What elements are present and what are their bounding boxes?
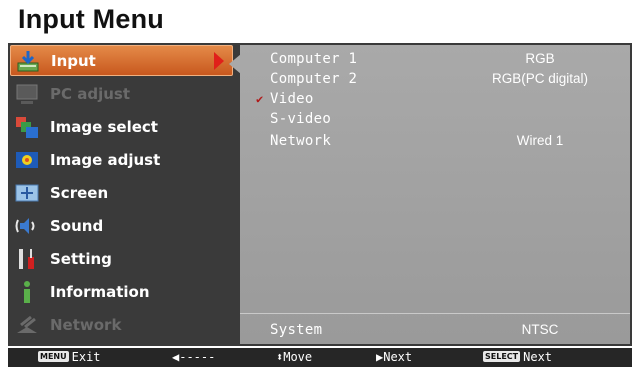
sidebar-item-input[interactable]: Input [10, 45, 233, 76]
footer-guide: MENU Exit ◀----- ⬍Move ▶Next SELECT Next [8, 348, 632, 367]
sidebar-item-pc-adjust[interactable]: PC adjust [10, 78, 232, 109]
sidebar-item-label: Screen [50, 183, 109, 202]
input-options-panel: Computer 1 RGB Computer 2 RGB(PC digital… [240, 45, 630, 344]
option-label: Network [270, 133, 332, 149]
sidebar: Input PC adjust Image select Image adjus… [10, 45, 234, 344]
footer-move-label: ⬍Move [276, 350, 313, 364]
footer-exit: MENU Exit [38, 350, 101, 364]
footer-select: SELECT Next [483, 350, 552, 364]
sidebar-item-image-select[interactable]: Image select [10, 111, 232, 142]
input-icon [16, 49, 40, 73]
footer-back-label: ◀----- [172, 350, 216, 364]
footer-select-label: Next [523, 350, 553, 364]
sidebar-item-label: Network [50, 315, 122, 334]
sidebar-item-label: Setting [50, 249, 112, 268]
option-value: RGB(PC digital) [491, 71, 589, 86]
option-computer-1[interactable]: Computer 1 RGB [270, 51, 610, 71]
sidebar-item-label: Sound [50, 216, 104, 235]
footer-back: ◀----- [172, 350, 215, 364]
sidebar-item-network[interactable]: Network [10, 309, 232, 340]
check-icon: ✔ [256, 92, 264, 106]
sidebar-item-label: Image select [50, 117, 158, 136]
option-value: RGB [525, 51, 555, 66]
option-s-video[interactable]: S-video [270, 111, 610, 131]
pc-adjust-icon [15, 82, 39, 106]
footer-next: ▶Next [376, 350, 412, 364]
sidebar-item-label: Image adjust [50, 150, 161, 169]
sidebar-item-label: PC adjust [50, 84, 131, 103]
divider [240, 313, 630, 314]
option-computer-2[interactable]: Computer 2 RGB(PC digital) [270, 71, 610, 91]
option-value: Wired 1 [516, 133, 564, 148]
sidebar-item-sound[interactable]: Sound [10, 210, 232, 241]
information-icon [15, 280, 39, 304]
system-row[interactable]: System NTSC [270, 322, 610, 342]
sidebar-item-screen[interactable]: Screen [10, 177, 232, 208]
sound-icon [15, 214, 39, 238]
sidebar-item-label: Input [51, 51, 96, 70]
option-video[interactable]: ✔ Video [256, 91, 610, 111]
select-key-icon: SELECT [483, 351, 521, 362]
network-icon [15, 313, 39, 337]
footer-next-label: ▶Next [376, 350, 413, 364]
sidebar-item-information[interactable]: Information [10, 276, 232, 307]
chevron-right-icon [214, 52, 224, 70]
sidebar-item-label: Information [50, 282, 150, 301]
image-select-icon [15, 115, 39, 139]
option-label: Video [270, 91, 314, 107]
system-label: System [270, 322, 323, 338]
setting-icon [15, 247, 39, 271]
screen-icon [15, 181, 39, 205]
option-label: Computer 2 [270, 71, 358, 87]
option-label: Computer 1 [270, 51, 358, 67]
option-network[interactable]: Network Wired 1 [270, 133, 610, 153]
sidebar-item-setting[interactable]: Setting [10, 243, 232, 274]
menu-key-icon: MENU [38, 351, 69, 362]
footer-exit-label: Exit [71, 350, 101, 364]
system-value: NTSC [521, 322, 559, 337]
option-label: S-video [270, 111, 332, 127]
image-adjust-icon [15, 148, 39, 172]
sidebar-item-image-adjust[interactable]: Image adjust [10, 144, 232, 175]
page-title: Input Menu [18, 4, 164, 34]
footer-move: ⬍Move [276, 350, 312, 364]
